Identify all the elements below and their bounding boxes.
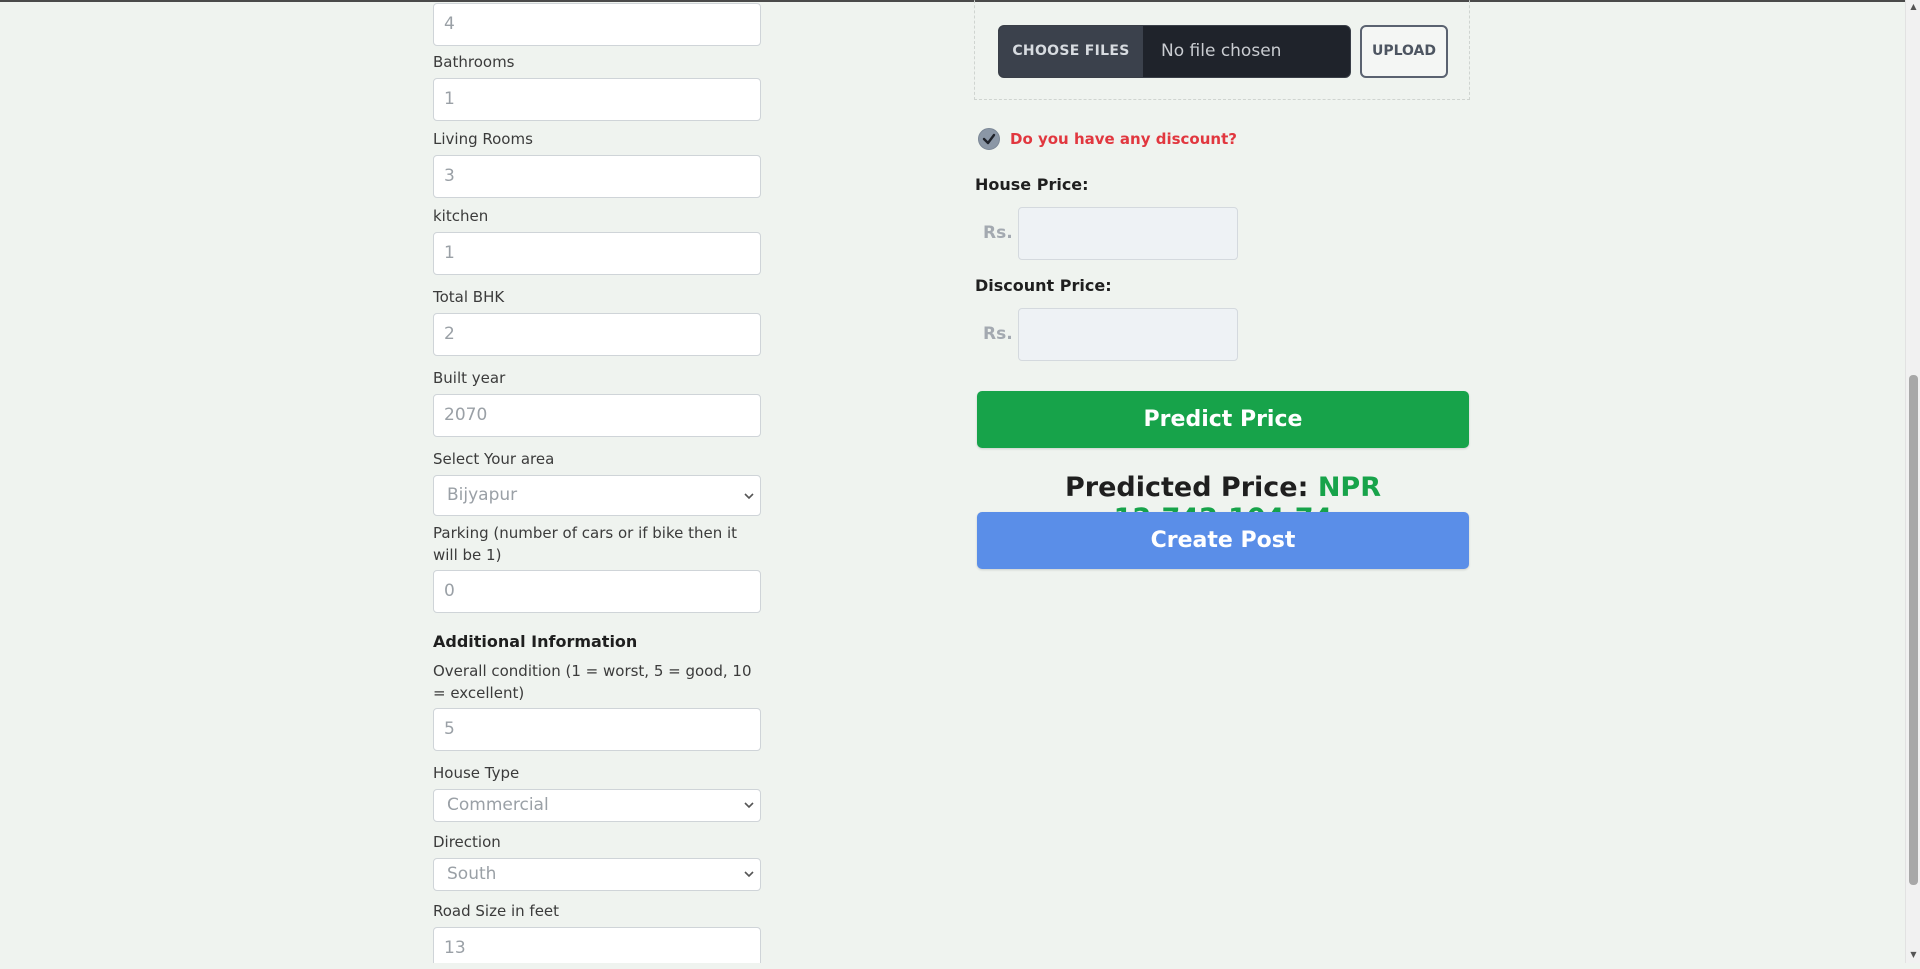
built-year-label: Built year <box>433 369 506 387</box>
bedrooms-input[interactable]: 4 <box>433 3 761 46</box>
area-select-value: Bijyapur <box>447 485 518 505</box>
area-select[interactable]: Bijyapur <box>433 475 761 516</box>
predicted-price-prefix: Predicted Price: <box>1064 472 1309 503</box>
direction-label: Direction <box>433 833 501 851</box>
road-size-label: Road Size in feet <box>433 902 560 920</box>
condition-label: Overall condition (1 = worst, 5 = good, … <box>433 662 752 702</box>
scroll-down-arrow-icon[interactable]: ▼ <box>1909 950 1918 959</box>
page: 4 Bathrooms 1 Living Rooms 3 kitchen 1 T… <box>0 0 1905 963</box>
living-rooms-label: Living Rooms <box>433 130 533 148</box>
create-post-button[interactable]: Create Post <box>977 512 1469 569</box>
total-bhk-input[interactable]: 2 <box>433 313 761 356</box>
check-icon <box>982 133 996 145</box>
bathrooms-input[interactable]: 1 <box>433 78 761 121</box>
chevron-down-icon <box>744 493 754 500</box>
direction-select-value: South <box>447 864 497 884</box>
chevron-down-icon <box>744 802 754 809</box>
discount-question[interactable]: Do you have any discount? <box>1010 128 1237 150</box>
upload-button[interactable]: UPLOAD <box>1360 25 1448 78</box>
parking-input[interactable]: 0 <box>433 570 761 613</box>
living-rooms-input[interactable]: 3 <box>433 155 761 198</box>
predict-price-button[interactable]: Predict Price <box>977 391 1469 448</box>
kitchen-input[interactable]: 1 <box>433 232 761 275</box>
discount-price-label: Discount Price: <box>975 276 1112 295</box>
file-status-text: No file chosen <box>1161 41 1282 61</box>
vertical-scrollbar[interactable]: ▲ ▼ <box>1905 0 1920 963</box>
discount-price-currency: Rs. <box>983 324 1013 344</box>
scroll-up-arrow-icon[interactable]: ▲ <box>1909 2 1918 11</box>
file-input[interactable]: CHOOSE FILES No file chosen <box>998 25 1351 78</box>
road-size-input[interactable]: 13 <box>433 927 761 963</box>
discount-price-input[interactable] <box>1018 308 1238 361</box>
top-border <box>0 0 1905 2</box>
condition-input[interactable]: 5 <box>433 708 761 751</box>
chevron-down-icon <box>744 871 754 878</box>
house-price-label: House Price: <box>975 175 1089 194</box>
built-year-input[interactable]: 2070 <box>433 394 761 437</box>
additional-info-heading: Additional Information <box>433 632 638 651</box>
total-bhk-label: Total BHK <box>433 288 505 306</box>
scroll-thumb[interactable] <box>1909 375 1918 885</box>
house-type-label: House Type <box>433 764 520 782</box>
choose-files-button[interactable]: CHOOSE FILES <box>999 26 1143 77</box>
house-type-select-value: Commercial <box>447 795 549 815</box>
kitchen-label: kitchen <box>433 207 489 225</box>
house-price-input[interactable] <box>1018 207 1238 260</box>
house-price-currency: Rs. <box>983 223 1013 243</box>
house-type-select[interactable]: Commercial <box>433 789 761 822</box>
discount-checkbox[interactable] <box>978 128 1000 150</box>
direction-select[interactable]: South <box>433 858 761 891</box>
parking-label: Parking (number of cars or if bike then … <box>433 524 738 564</box>
area-label: Select Your area <box>433 450 555 468</box>
bathrooms-label: Bathrooms <box>433 53 515 71</box>
